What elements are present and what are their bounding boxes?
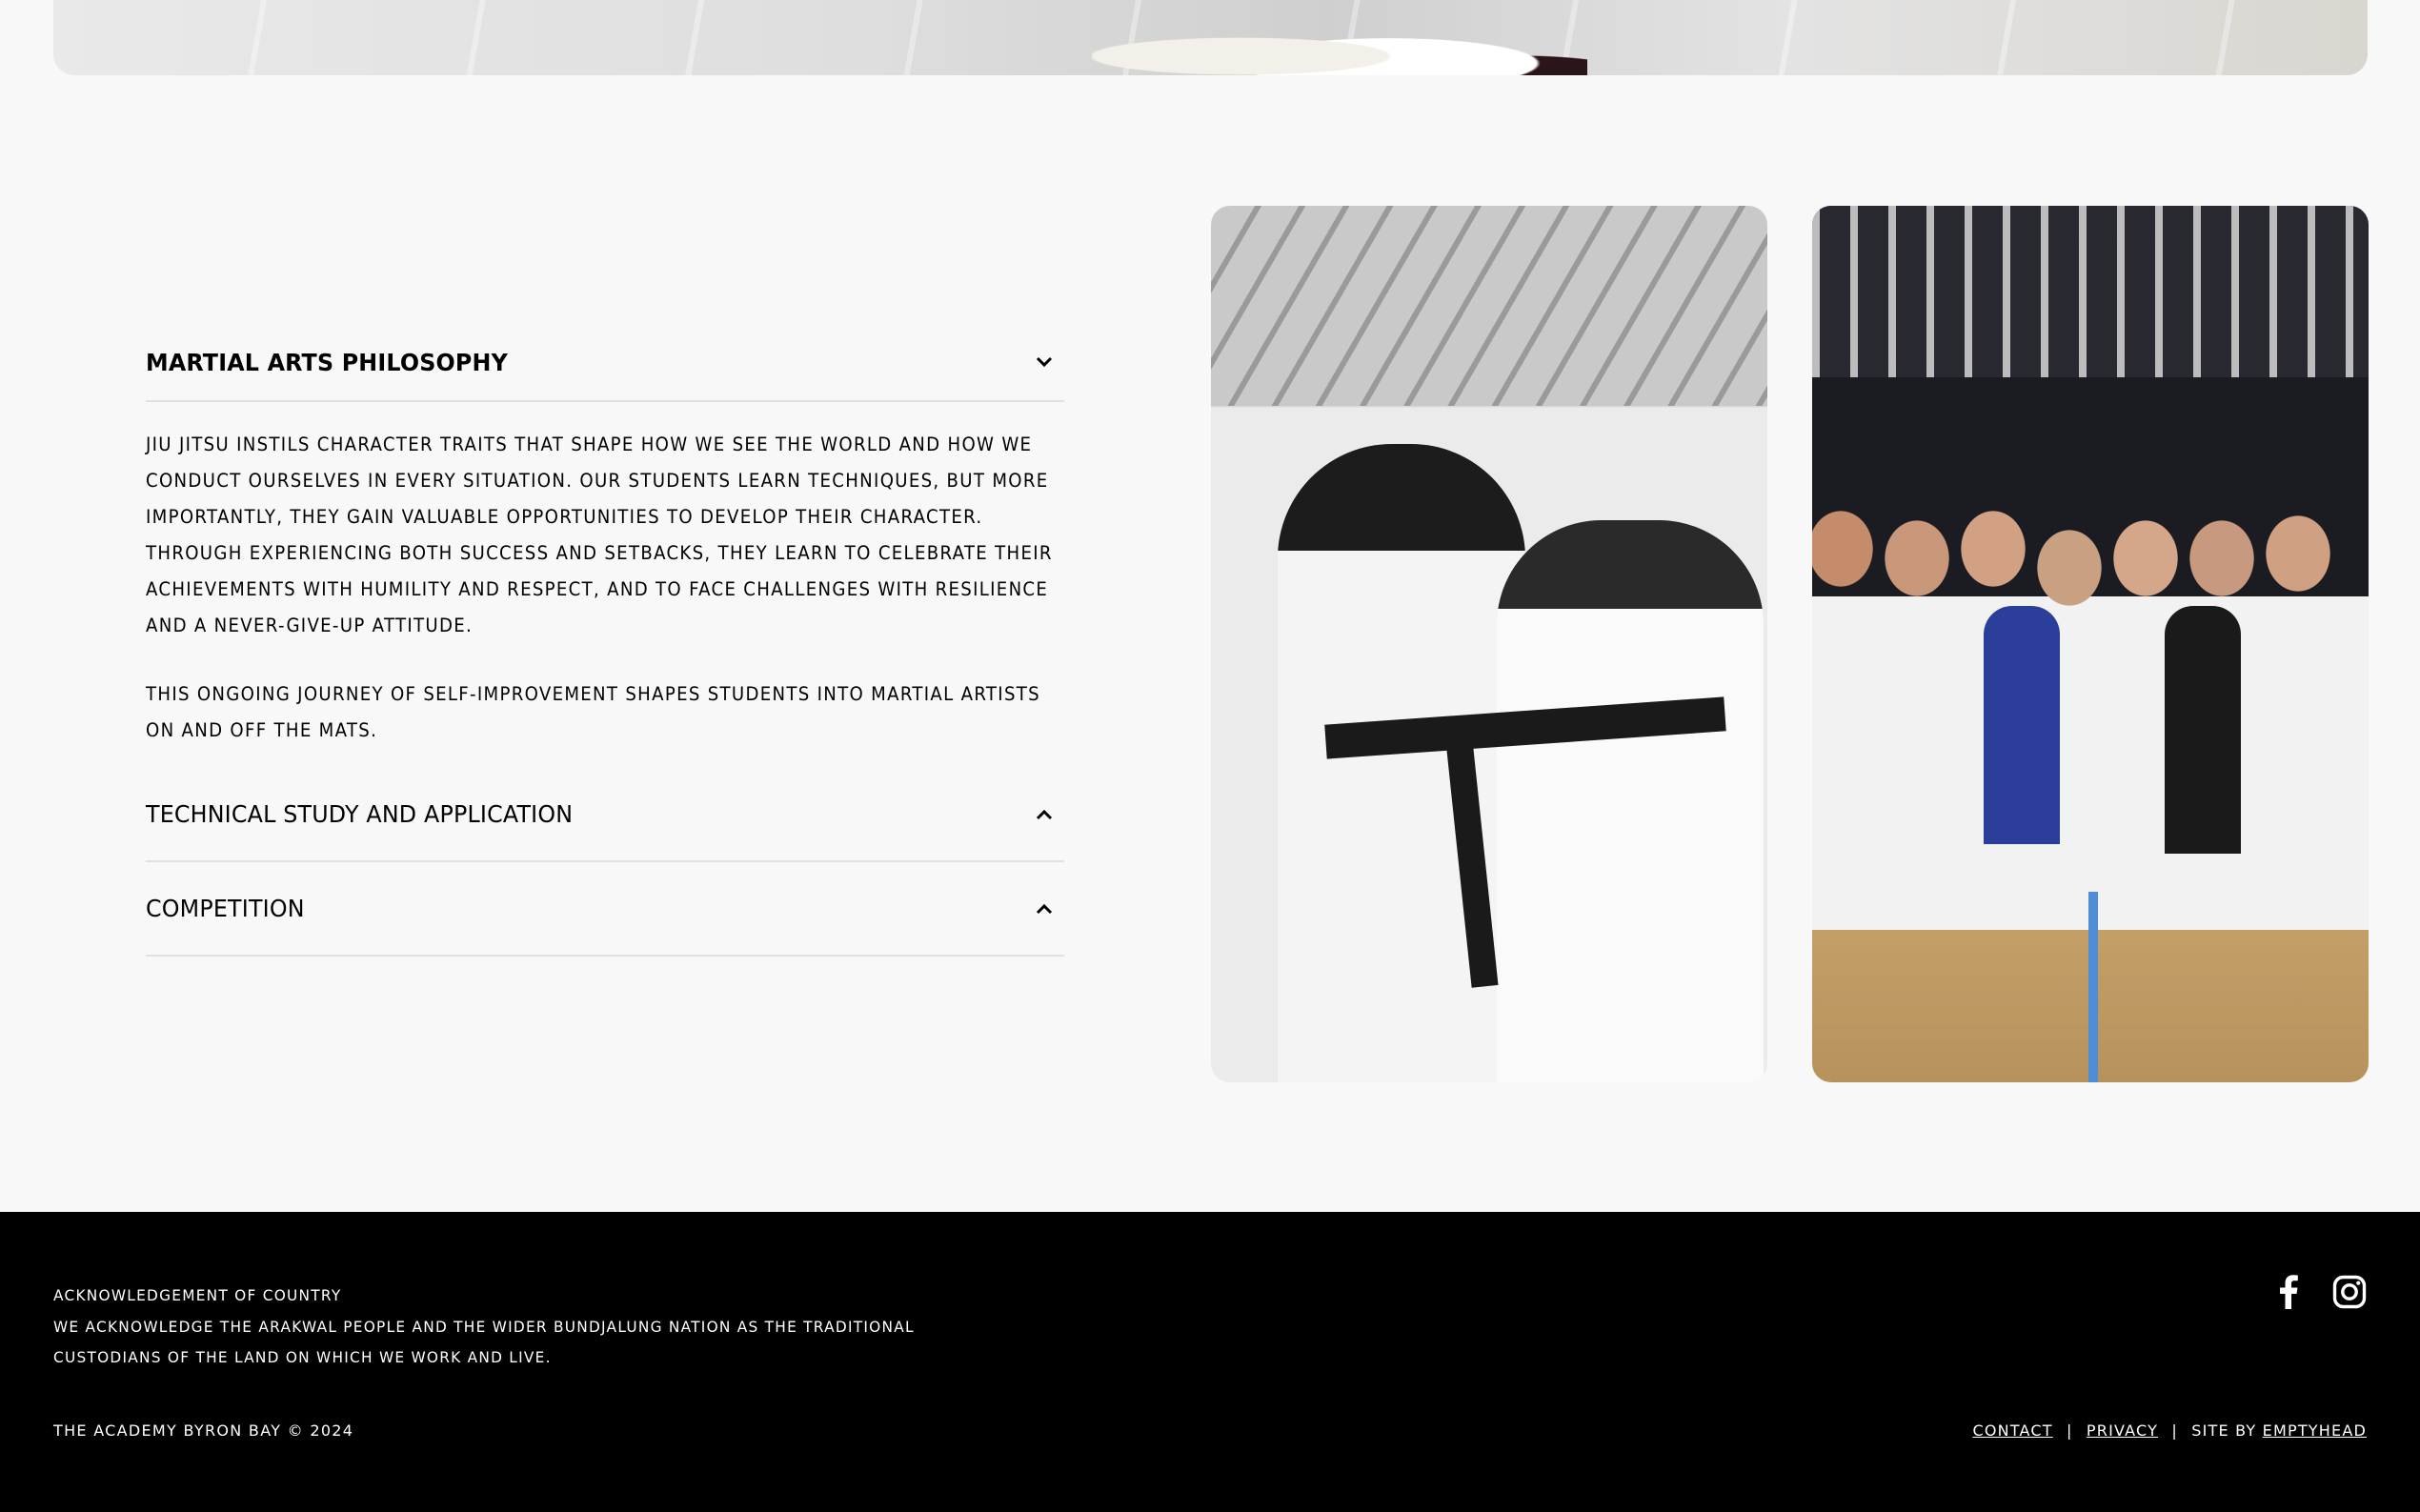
philosophy-accordion: MARTIAL ARTS PHILOSOPHY JIU JITSU INSTIL… — [146, 324, 1064, 957]
accordion-item-competition: COMPETITION — [146, 862, 1064, 957]
accordion-item-technical-study: TECHNICAL STUDY AND APPLICATION — [146, 768, 1064, 862]
accordion-title: MARTIAL ARTS PHILOSOPHY — [146, 348, 508, 376]
photo-court-line — [2088, 892, 2098, 1082]
chevron-up-icon[interactable] — [1030, 800, 1059, 829]
body-paragraph: JIU JITSU INSTILS CHARACTER TRAITS THAT … — [146, 433, 1053, 636]
privacy-link[interactable]: PRIVACY — [2087, 1421, 2158, 1440]
accordion-header-martial-arts-philosophy[interactable]: MARTIAL ARTS PHILOSOPHY — [146, 324, 1064, 400]
accordion-title: TECHNICAL STUDY AND APPLICATION — [146, 800, 574, 828]
facebook-icon[interactable] — [2271, 1275, 2306, 1309]
acknowledgement-of-country: ACKNOWLEDGEMENT OF COUNTRY WE ACKNOWLEDG… — [53, 1280, 987, 1374]
footer-links: CONTACT | PRIVACY | SITE BY EMPTYHEAD — [1972, 1421, 2367, 1440]
kids-competition-team-photo — [1812, 206, 2369, 1082]
social-links — [2271, 1275, 2367, 1309]
accordion-item-martial-arts-philosophy: MARTIAL ARTS PHILOSOPHY — [146, 324, 1064, 402]
photo-person — [1278, 444, 1525, 1082]
link-separator: | — [2067, 1421, 2073, 1440]
photo-blue-gi — [1984, 606, 2060, 844]
photo-black-gi — [2165, 606, 2241, 854]
ack-title: ACKNOWLEDGEMENT OF COUNTRY — [53, 1286, 342, 1304]
photo-kids-group — [1812, 511, 2369, 930]
hero-image — [53, 0, 2368, 75]
emptyhead-link[interactable]: EMPTYHEAD — [2263, 1421, 2367, 1440]
photo-bleachers — [1812, 206, 2369, 377]
accordion-title: COMPETITION — [146, 895, 305, 922]
contact-link[interactable]: CONTACT — [1972, 1421, 2052, 1440]
ack-text-line: CUSTODIANS OF THE LAND ON WHICH WE WORK … — [53, 1348, 552, 1366]
instagram-icon[interactable] — [2332, 1275, 2367, 1309]
belt-promotion-photo — [1211, 206, 1767, 1082]
site-by-label: SITE BY — [2191, 1421, 2257, 1440]
body-paragraph: THIS ONGOING JOURNEY OF SELF-IMPROVEMENT… — [146, 683, 1040, 741]
accordion-body-martial-arts-philosophy: JIU JITSU INSTILS CHARACTER TRAITS THAT … — [146, 402, 1064, 768]
accordion-header-competition[interactable]: COMPETITION — [146, 862, 1064, 955]
ack-text-line: WE ACKNOWLEDGE THE ARAKWAL PEOPLE AND TH… — [53, 1317, 915, 1336]
photo-person — [1497, 520, 1764, 1082]
chevron-up-icon[interactable] — [1030, 895, 1059, 923]
copyright: THE ACADEMY BYRON BAY © 2024 — [53, 1421, 354, 1440]
chevron-down-icon[interactable] — [1030, 348, 1059, 376]
link-separator: | — [2171, 1421, 2178, 1440]
hero-grappling-figures — [1092, 13, 1587, 75]
site-footer: ACKNOWLEDGEMENT OF COUNTRY WE ACKNOWLEDG… — [0, 1212, 2420, 1512]
accordion-header-technical-study[interactable]: TECHNICAL STUDY AND APPLICATION — [146, 768, 1064, 860]
